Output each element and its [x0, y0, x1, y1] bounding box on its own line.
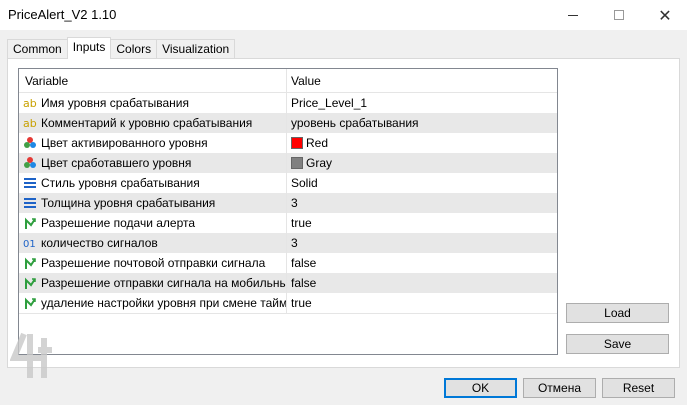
variable-cell: 01 количество сигналов	[19, 233, 287, 253]
grid-row[interactable]: Разрешение почтовой отправки сигнала fal…	[19, 253, 557, 273]
value-text: Price_Level_1	[291, 96, 368, 110]
ok-button[interactable]: OK	[444, 378, 517, 398]
variable-cell: удаление настройки уровня при смене тайм…	[19, 293, 287, 313]
variable-name: Цвет сработавшего уровня	[41, 156, 192, 170]
value-text: 3	[291, 196, 298, 210]
bool-arrow-icon	[25, 297, 36, 309]
value-text: 3	[291, 236, 298, 250]
value-text: true	[291, 216, 312, 230]
value-cell[interactable]: false	[287, 273, 557, 293]
close-button[interactable]: ✕	[642, 0, 687, 30]
svg-text:ab: ab	[23, 97, 37, 110]
reset-button[interactable]: Reset	[602, 378, 675, 398]
variable-cell: Цвет сработавшего уровня	[19, 153, 287, 173]
load-button[interactable]: Load	[566, 303, 669, 323]
integer-01-icon: 01	[23, 239, 36, 250]
variable-name: Имя уровня срабатывания	[41, 96, 189, 110]
value-cell[interactable]: false	[287, 253, 557, 273]
color-palette-icon	[24, 137, 36, 148]
minimize-button[interactable]	[550, 0, 596, 30]
grid-row[interactable]: Стиль уровня срабатывания Solid	[19, 173, 557, 193]
tab-colors[interactable]: Colors	[110, 39, 158, 59]
value-text: false	[291, 256, 317, 270]
value-cell[interactable]: Price_Level_1	[287, 93, 557, 113]
value-cell[interactable]: Solid	[287, 173, 557, 193]
value-cell[interactable]: Gray	[287, 153, 557, 173]
grid-row[interactable]: Цвет активированного уровня Red	[19, 133, 557, 153]
ab-string-icon: ab	[23, 97, 37, 110]
variable-cell: Толщина уровня срабатывания	[19, 193, 287, 213]
line-style-icon	[24, 198, 36, 208]
variable-cell: ab Имя уровня срабатывания	[19, 93, 287, 113]
value-cell[interactable]: true	[287, 213, 557, 233]
grid-row[interactable]: ab Имя уровня срабатывания Price_Level_1	[19, 93, 557, 113]
value-cell[interactable]: 3	[287, 193, 557, 213]
maximize-icon	[614, 10, 624, 20]
save-button[interactable]: Save	[566, 334, 669, 354]
variable-name: Разрешение подачи алерта	[41, 216, 196, 230]
line-style-icon	[24, 178, 36, 188]
variable-name: количество сигналов	[41, 236, 158, 250]
inputs-grid: Variable Value ab Имя уровня срабатывани…	[18, 68, 558, 355]
variable-name: Разрешение отправки сигнала на мобильный	[41, 276, 287, 290]
variable-cell: Цвет активированного уровня	[19, 133, 287, 153]
variable-name: удаление настройки уровня при смене тайм…	[41, 296, 287, 310]
value-text: Red	[306, 136, 329, 150]
tab-visualization[interactable]: Visualization	[156, 39, 236, 59]
bool-arrow-icon	[25, 277, 36, 289]
ab-string-icon: ab	[23, 117, 37, 130]
grid-row[interactable]: Разрешение отправки сигнала на мобильный…	[19, 273, 557, 293]
watermark-logo-icon	[10, 332, 52, 378]
grid-row[interactable]: удаление настройки уровня при смене тайм…	[19, 293, 557, 313]
value-cell[interactable]: уровень срабатывания	[287, 113, 557, 133]
bool-arrow-icon	[25, 217, 36, 229]
grid-row[interactable]: 01 количество сигналов 3	[19, 233, 557, 253]
variable-name: Комментарий к уровню срабатывания	[41, 116, 253, 130]
close-icon: ✕	[658, 5, 672, 25]
bool-arrow-icon	[25, 257, 36, 269]
value-text: true	[291, 296, 312, 310]
grid-row[interactable]: Толщина уровня срабатывания 3	[19, 193, 557, 213]
minimize-icon	[568, 14, 578, 16]
tab-common[interactable]: Common	[7, 39, 68, 59]
variable-name: Цвет активированного уровня	[41, 136, 208, 150]
variable-name: Разрешение почтовой отправки сигнала	[41, 256, 266, 270]
value-text: Gray	[306, 156, 333, 170]
variable-cell: Разрешение почтовой отправки сигнала	[19, 253, 287, 273]
grid-row[interactable]: Цвет сработавшего уровня Gray	[19, 153, 557, 173]
cancel-button[interactable]: Отмена	[523, 378, 596, 398]
value-cell[interactable]: Red	[287, 133, 557, 153]
color-swatch	[291, 137, 303, 149]
window-title: PriceAlert_V2 1.10	[8, 7, 117, 22]
variable-name: Стиль уровня срабатывания	[41, 176, 200, 190]
variable-name: Толщина уровня срабатывания	[41, 196, 216, 210]
grid-divider	[19, 313, 557, 314]
variable-cell: Разрешение отправки сигнала на мобильный	[19, 273, 287, 293]
color-swatch	[291, 157, 303, 169]
value-cell[interactable]: 3	[287, 233, 557, 253]
grid-header: Variable Value	[19, 69, 557, 93]
value-cell[interactable]: true	[287, 293, 557, 313]
tab-inputs[interactable]: Inputs	[66, 37, 112, 59]
maximize-button[interactable]	[596, 0, 642, 30]
color-palette-icon	[24, 157, 36, 168]
grid-row[interactable]: ab Комментарий к уровню срабатывания уро…	[19, 113, 557, 133]
title-bar: PriceAlert_V2 1.10 ✕	[0, 0, 687, 30]
variable-cell: Стиль уровня срабатывания	[19, 173, 287, 193]
value-text: Solid	[291, 176, 318, 190]
value-text: уровень срабатывания	[291, 116, 419, 130]
column-header-value[interactable]: Value	[287, 69, 557, 93]
svg-text:ab: ab	[23, 117, 37, 130]
variable-cell: ab Комментарий к уровню срабатывания	[19, 113, 287, 133]
grid-row[interactable]: Разрешение подачи алерта true	[19, 213, 557, 233]
svg-text:01: 01	[23, 239, 36, 250]
column-header-variable[interactable]: Variable	[19, 69, 287, 93]
value-text: false	[291, 276, 317, 290]
tab-bar: Common Inputs Colors Visualization	[7, 37, 236, 59]
variable-cell: Разрешение подачи алерта	[19, 213, 287, 233]
